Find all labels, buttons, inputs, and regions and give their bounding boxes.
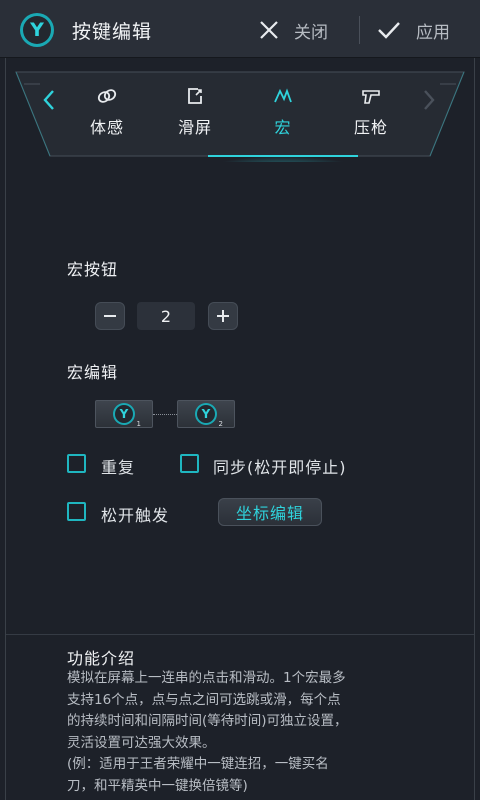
sync-checkbox[interactable] xyxy=(180,454,199,473)
chevron-left-icon xyxy=(43,90,54,110)
macro-icon xyxy=(272,84,294,108)
macro-point-letter: Y xyxy=(197,405,215,423)
macro-point-number: 2 xyxy=(218,420,223,428)
tab-swipe[interactable]: 滑屏 xyxy=(160,84,230,144)
link-icon xyxy=(96,84,118,108)
title-bar: Y 按键编辑 关闭 应用 xyxy=(0,0,480,58)
intro-line: 的持续时间和间隔时间(等待时间)可独立设置， xyxy=(67,713,348,729)
tab-label: 滑屏 xyxy=(177,118,212,137)
tab-label: 宏 xyxy=(274,118,292,137)
intro-line: 模拟在屏幕上一连串的点击和滑动。1个宏最多 xyxy=(67,670,346,686)
tab-label: 压枪 xyxy=(353,118,388,137)
tab-next-arrow[interactable] xyxy=(422,88,436,117)
gun-icon xyxy=(360,84,382,108)
macro-edit-label: 宏编辑 xyxy=(67,363,119,382)
increment-button[interactable] xyxy=(208,302,238,330)
section-divider xyxy=(6,634,474,635)
intro-line: 刀，和平精英中一键换倍镜等) xyxy=(67,777,248,794)
swipe-icon xyxy=(184,84,206,108)
chevron-right-icon xyxy=(424,90,435,110)
macro-point-number: 1 xyxy=(136,420,141,428)
macro-connector xyxy=(153,414,177,415)
tab-motion[interactable]: 体感 xyxy=(72,84,142,144)
header-divider xyxy=(359,16,360,44)
macro-button-value[interactable]: 2 xyxy=(137,302,195,330)
logo-letter: Y xyxy=(23,16,51,44)
macro-point-letter: Y xyxy=(115,405,133,423)
coordinate-edit-button[interactable]: 坐标编辑 xyxy=(218,498,322,526)
tab-bar: 体感 滑屏 宏 压枪 xyxy=(12,70,468,162)
repeat-label: 重复 xyxy=(101,458,136,477)
app-logo-icon: Y xyxy=(20,13,54,47)
sync-label: 同步(松开即停止) xyxy=(213,458,347,477)
tab-macro[interactable]: 宏 xyxy=(248,84,318,144)
release-trigger-checkbox[interactable] xyxy=(67,502,86,521)
macro-point-icon: Y 2 xyxy=(195,403,223,428)
close-icon xyxy=(260,21,278,39)
macro-point-icon: Y 1 xyxy=(113,403,141,428)
release-trigger-label: 松开触发 xyxy=(101,506,170,525)
macro-button-label: 宏按钮 xyxy=(67,260,119,279)
plus-icon xyxy=(217,310,229,322)
intro-title: 功能介绍 xyxy=(67,649,136,668)
intro-line: 灵活设置可达强大效果。 xyxy=(67,734,216,751)
close-button[interactable]: 关闭 xyxy=(258,10,328,50)
macro-point-2[interactable]: Y 2 xyxy=(177,400,235,428)
apply-label: 应用 xyxy=(416,22,450,43)
intro-text: 模拟在屏幕上一连串的点击和滑动。1个宏最多 支持16个点，点与点之间可选跳或滑，… xyxy=(67,668,447,797)
intro-line: (例：适用于王者荣耀中一键连招，一键买名 xyxy=(67,756,329,772)
check-icon xyxy=(378,22,400,39)
intro-line: 支持16个点，点与点之间可选跳或滑，每个点 xyxy=(67,691,341,708)
decrement-button[interactable] xyxy=(95,302,125,330)
minus-icon xyxy=(104,315,116,317)
macro-point-1[interactable]: Y 1 xyxy=(95,400,153,428)
repeat-checkbox[interactable] xyxy=(67,454,86,473)
close-label: 关闭 xyxy=(294,22,328,43)
tab-recoil[interactable]: 压枪 xyxy=(336,84,406,144)
page-title: 按键编辑 xyxy=(72,21,153,43)
tab-prev-arrow[interactable] xyxy=(42,88,56,117)
tab-label: 体感 xyxy=(89,118,124,137)
apply-button[interactable]: 应用 xyxy=(376,10,450,50)
